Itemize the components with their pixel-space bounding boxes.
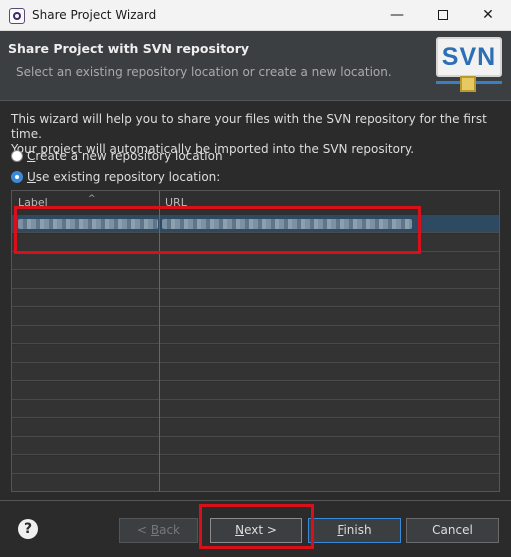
title-bar: Share Project Wizard — ✕: [0, 0, 511, 31]
window-title: Share Project Wizard: [32, 8, 157, 22]
table-row[interactable]: [12, 437, 499, 455]
footer-separator: [0, 500, 511, 501]
create-new-radio[interactable]: [11, 150, 23, 162]
use-existing-radio[interactable]: [11, 171, 23, 183]
table-row[interactable]: [12, 289, 499, 307]
use-existing-label[interactable]: Use existing repository location:: [27, 170, 220, 184]
wizard-header: Share Project with SVN repository Select…: [0, 31, 511, 101]
table-row[interactable]: [12, 455, 499, 474]
maximize-button[interactable]: [420, 0, 466, 31]
table-row[interactable]: [12, 307, 499, 326]
sort-ascending-icon: ^: [88, 194, 96, 204]
svn-logo-icon: SVN: [434, 35, 504, 97]
create-new-label[interactable]: Create a new repository location: [27, 149, 223, 163]
create-new-location-option[interactable]: Create a new repository location: [11, 148, 223, 164]
table-row[interactable]: [12, 381, 499, 400]
help-icon[interactable]: ?: [18, 519, 38, 539]
table-row[interactable]: [12, 326, 499, 344]
table-row[interactable]: [12, 400, 499, 418]
close-button[interactable]: ✕: [465, 0, 511, 31]
table-row[interactable]: [12, 252, 499, 270]
highlight-next-button: [199, 504, 314, 549]
eclipse-app-icon: [9, 8, 25, 24]
wizard-title: Share Project with SVN repository: [8, 41, 250, 56]
table-row[interactable]: [12, 418, 499, 437]
table-row[interactable]: [12, 270, 499, 289]
highlight-repository-row: [14, 206, 421, 254]
table-row[interactable]: [12, 474, 499, 491]
maximize-icon: [438, 10, 448, 20]
finish-button[interactable]: Finish: [308, 518, 401, 543]
back-button: < Back: [119, 518, 198, 543]
svn-logo-text: SVN: [441, 43, 497, 71]
use-existing-location-option[interactable]: Use existing repository location:: [11, 169, 220, 185]
wizard-subtitle: Select an existing repository location o…: [16, 65, 392, 79]
minimize-button[interactable]: —: [374, 0, 420, 31]
description-line-1: This wizard will help you to share your …: [11, 112, 487, 141]
table-row[interactable]: [12, 344, 499, 363]
cancel-button[interactable]: Cancel: [406, 518, 499, 543]
table-row[interactable]: [12, 363, 499, 381]
